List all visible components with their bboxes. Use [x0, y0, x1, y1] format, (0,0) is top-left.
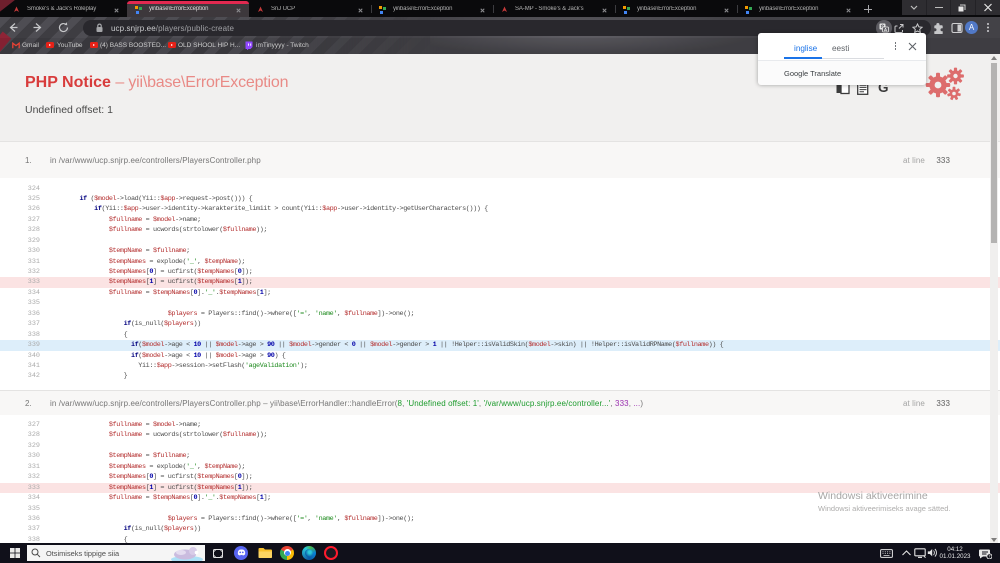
svg-text:7: 7 [989, 554, 991, 558]
